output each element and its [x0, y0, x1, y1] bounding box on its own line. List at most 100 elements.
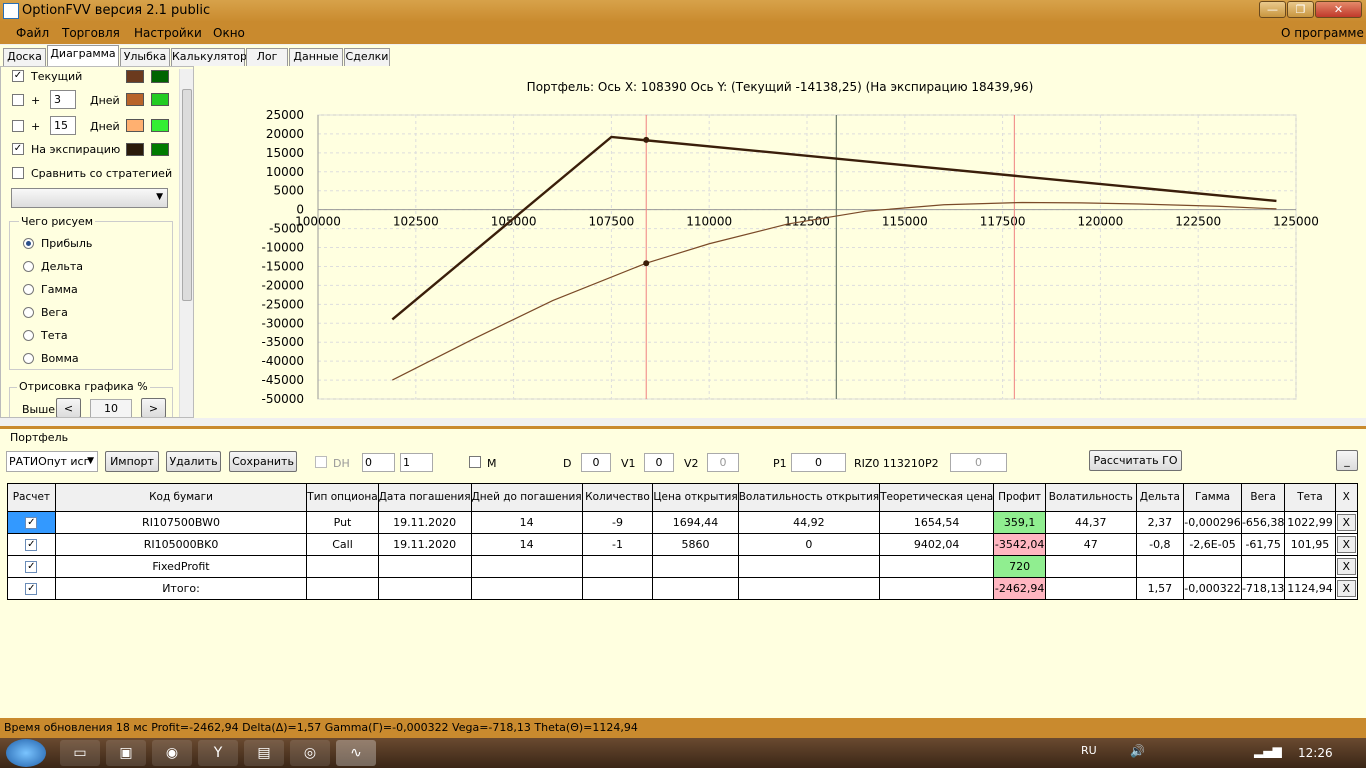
column-header[interactable]: Волатильность [1044, 483, 1137, 512]
column-header[interactable]: Дельта [1135, 483, 1185, 512]
expiry-color-2[interactable] [151, 143, 169, 156]
days15-checkbox[interactable] [12, 120, 24, 132]
strategy-dropdown[interactable]: ▼ [11, 188, 168, 208]
column-header[interactable]: Профит [993, 483, 1046, 512]
current-color-2[interactable] [151, 70, 169, 83]
portfolio-combo[interactable]: РАТИОпут исг ▼ [6, 451, 98, 472]
tab-diagram[interactable]: Диаграмма [47, 45, 119, 66]
column-header[interactable]: Расчет [7, 483, 56, 512]
close-button[interactable]: ✕ [1315, 1, 1362, 18]
increase-button[interactable]: > [141, 398, 166, 417]
column-header[interactable]: Дней до погашения [470, 483, 583, 512]
riz-label: RIZ0 113210 [854, 457, 925, 470]
column-header[interactable]: Цена открытия [652, 483, 739, 512]
column-header[interactable]: Гамма [1183, 483, 1242, 512]
profit-chart[interactable]: 2500020000150001000050000-5000-10000-150… [194, 66, 1366, 418]
m-checkbox[interactable] [469, 456, 481, 468]
column-header[interactable]: Волатильность открытия [737, 483, 881, 512]
menu-file[interactable]: Файл [16, 26, 49, 40]
column-header[interactable]: Теоретическая цена [879, 483, 995, 512]
above-value[interactable]: 10 [90, 399, 132, 417]
v1-input[interactable]: 0 [644, 453, 674, 472]
remove-row-button[interactable]: X [1336, 536, 1356, 553]
language-indicator[interactable]: RU [1081, 744, 1097, 757]
tab-calculator[interactable]: Калькулятор [171, 48, 247, 66]
tab-smile[interactable]: Улыбка [120, 48, 170, 66]
compare-checkbox[interactable] [12, 167, 24, 179]
speaker-icon[interactable]: 🔊 [1130, 744, 1145, 758]
table-row[interactable]: ✓ FixedProfit 720 X [7, 555, 1359, 578]
minimize-button[interactable]: — [1259, 1, 1286, 18]
days15-color-2[interactable] [151, 119, 169, 132]
radio-delta[interactable] [23, 261, 34, 272]
calc-go-button[interactable]: Рассчитать ГО [1089, 450, 1182, 471]
tab-board[interactable]: Доска [3, 48, 46, 66]
expiry-color-1[interactable] [126, 143, 144, 156]
column-header[interactable]: Вега [1240, 483, 1286, 512]
table-row[interactable]: ✓ Итого: -2462,94 1,57 -0,000322 -718,13 1124,… [7, 577, 1359, 600]
column-header[interactable]: X [1334, 483, 1359, 512]
radio-vomma[interactable] [23, 353, 34, 364]
scrollbar-thumb[interactable] [182, 89, 192, 301]
app-icon-6[interactable]: ◎ [290, 740, 330, 766]
days3-color-1[interactable] [126, 93, 144, 106]
current-color-1[interactable] [126, 70, 144, 83]
expiry-checkbox[interactable]: ✓ [12, 143, 24, 155]
table-cell: RI105000BK0 [54, 533, 308, 556]
spin1-input[interactable]: 0 [362, 453, 395, 472]
days15-color-1[interactable] [126, 119, 144, 132]
remove-row-button[interactable]: X [1336, 558, 1356, 575]
days15-input[interactable]: 15 [50, 116, 76, 135]
p2-input[interactable]: 0 [950, 453, 1007, 472]
column-header[interactable]: Код бумаги [54, 483, 308, 512]
d-input[interactable]: 0 [581, 453, 611, 472]
panel-minimize-button[interactable]: _ [1336, 450, 1358, 471]
row-checkbox[interactable]: ✓ [25, 583, 38, 595]
radio-profit[interactable] [23, 238, 34, 249]
row-checkbox[interactable]: ✓ [25, 539, 38, 551]
tab-data[interactable]: Данные [289, 48, 343, 66]
row-checkbox[interactable]: ✓ [25, 517, 38, 529]
column-header[interactable]: Тип опциона [306, 483, 379, 512]
clock[interactable]: 12:26 [1298, 746, 1333, 760]
remove-row-button[interactable]: X [1336, 514, 1356, 531]
yandex-icon[interactable]: Y [198, 740, 238, 766]
remove-row-button[interactable]: X [1336, 580, 1356, 597]
table-row[interactable]: ✓ RI105000BK0 Call 19.11.2020 14 -1 5860 0 9402,… [7, 533, 1359, 556]
import-button[interactable]: Импорт [105, 451, 159, 472]
delete-button[interactable]: Удалить [166, 451, 221, 472]
dh-checkbox[interactable] [315, 456, 327, 468]
maximize-button[interactable]: ❐ [1287, 1, 1314, 18]
column-header[interactable]: Количество [581, 483, 654, 512]
save-button[interactable]: Сохранить [229, 451, 297, 472]
left-scrollbar[interactable] [179, 69, 193, 417]
menu-about[interactable]: О программе [1281, 26, 1364, 40]
menu-window[interactable]: Окно [213, 26, 245, 40]
optionfvv-taskbar-icon[interactable]: ∿ [336, 740, 376, 766]
spin2-input[interactable]: 1 [400, 453, 433, 472]
row-checkbox[interactable]: ✓ [25, 561, 38, 573]
signal-icon[interactable]: ▂▄▆ [1254, 744, 1282, 758]
app-icon-5[interactable]: ▤ [244, 740, 284, 766]
table-row[interactable]: ✓ RI107500BW0 Put 19.11.2020 14 -9 1694,44 44,9… [7, 511, 1359, 534]
column-header[interactable]: Дата погашения [377, 483, 472, 512]
current-checkbox[interactable]: ✓ [12, 70, 24, 82]
radio-theta[interactable] [23, 330, 34, 341]
column-header[interactable]: Тета [1284, 483, 1336, 512]
p1-input[interactable]: 0 [791, 453, 846, 472]
v2-input[interactable]: 0 [707, 453, 739, 472]
menu-settings[interactable]: Настройки [134, 26, 202, 40]
radio-gamma[interactable] [23, 284, 34, 295]
days3-input[interactable]: 3 [50, 90, 76, 109]
app-icon-2[interactable]: ▣ [106, 740, 146, 766]
days3-color-2[interactable] [151, 93, 169, 106]
decrease-button[interactable]: < [56, 398, 81, 417]
start-button[interactable] [6, 739, 46, 767]
chrome-icon[interactable]: ◉ [152, 740, 192, 766]
tab-log[interactable]: Лог [246, 48, 288, 66]
menu-trade[interactable]: Торговля [62, 26, 120, 40]
tab-deals[interactable]: Сделки [344, 48, 390, 66]
days3-checkbox[interactable] [12, 94, 24, 106]
explorer-icon[interactable]: ▭ [60, 740, 100, 766]
radio-vega[interactable] [23, 307, 34, 318]
